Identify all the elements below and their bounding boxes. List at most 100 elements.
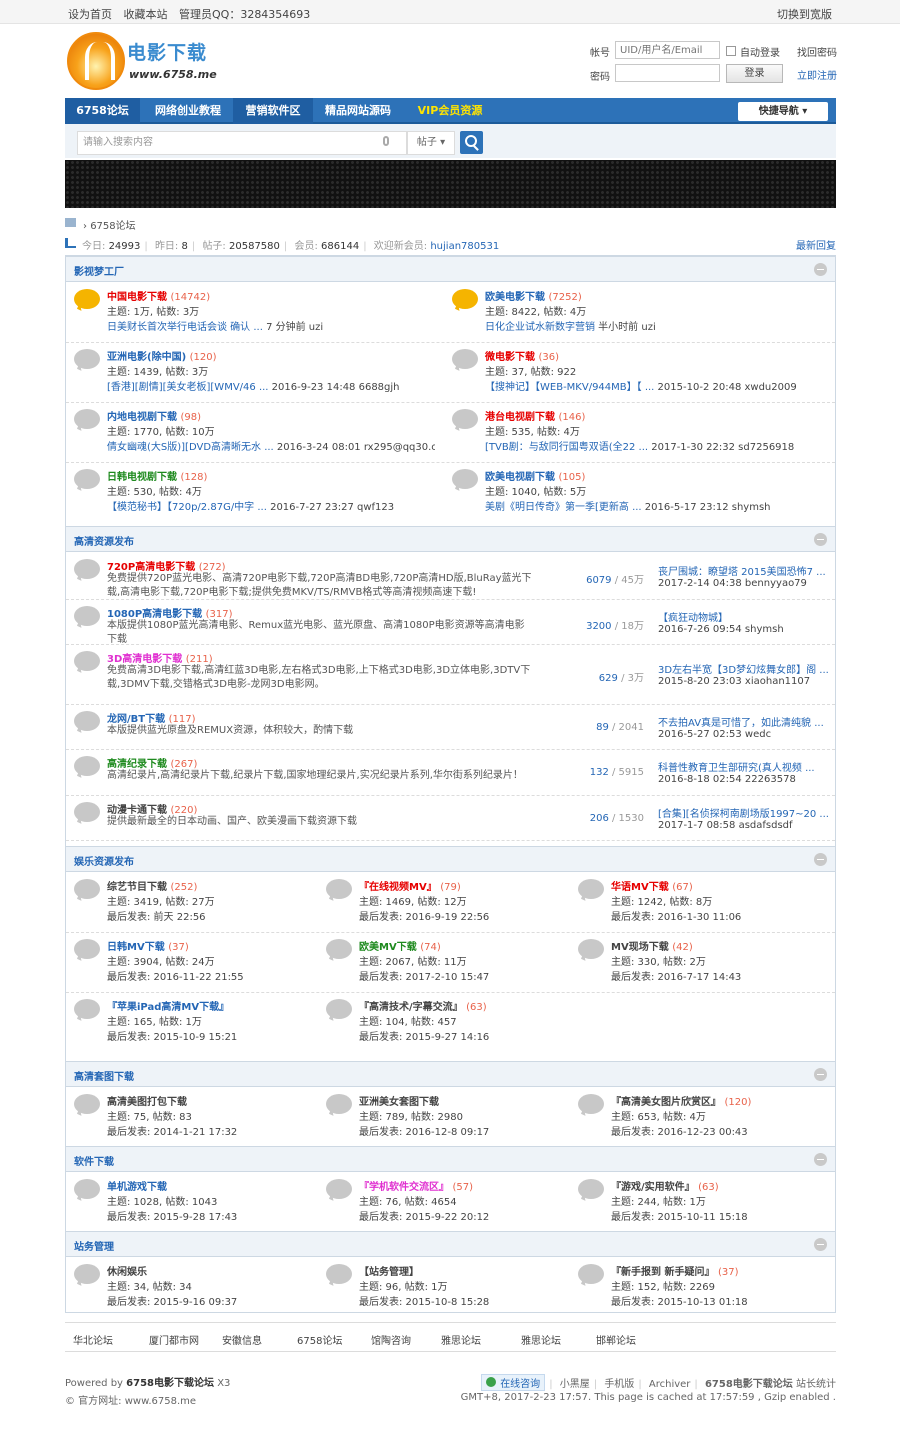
forum-name-text[interactable]: 华语MV下载 bbox=[611, 882, 669, 893]
last-post[interactable]: 日化企业试水新数字营销 半小时前 uzi bbox=[485, 318, 813, 333]
last-post[interactable]: [香港][剧情][美女老板][WMV/46 ... 2016-9-23 14:4… bbox=[107, 378, 435, 393]
forum-name[interactable]: 『新手报到 新手疑问』 (37) bbox=[611, 1263, 739, 1278]
account-input[interactable] bbox=[615, 41, 720, 59]
forum-name-text[interactable]: 『学机软件交流区』 bbox=[359, 1182, 449, 1193]
forum-name-text[interactable]: 微电影下载 bbox=[485, 352, 535, 363]
category-title[interactable]: 影视梦工厂 bbox=[74, 263, 124, 278]
last-post-link[interactable]: [合集][名侦探柯南剧场版1997~20 ... bbox=[658, 805, 828, 820]
forum-name[interactable]: 高清美图打包下载 bbox=[107, 1093, 187, 1108]
forum-name[interactable]: 1080P高清电影下载 (317) bbox=[107, 605, 233, 620]
switch-wide-link[interactable]: 切换到宽版 bbox=[777, 6, 832, 22]
search-button[interactable] bbox=[460, 131, 483, 154]
collapse-icon[interactable] bbox=[814, 1068, 827, 1081]
breadcrumb-current[interactable]: › 6758论坛 bbox=[83, 217, 136, 232]
collapse-icon[interactable] bbox=[814, 263, 827, 276]
friend-link[interactable]: 雅思论坛 bbox=[521, 1332, 561, 1347]
site-logo[interactable]: 电影下载 www.6758.me bbox=[67, 32, 217, 90]
forum-name[interactable]: 『苹果iPad高清MV下载』 bbox=[107, 998, 229, 1013]
friend-link[interactable]: 雅思论坛 bbox=[441, 1332, 481, 1347]
friend-link[interactable]: 馆陶咨询 bbox=[371, 1332, 411, 1347]
new-member-link[interactable]: hujian780531 bbox=[430, 241, 499, 252]
last-post[interactable]: 倩女幽魂(大S版)][DVD高清晰无水 ... 2016-3-24 08:01 … bbox=[107, 438, 435, 453]
friend-link[interactable]: 华北论坛 bbox=[73, 1332, 113, 1347]
friend-link[interactable]: 厦门都市网 bbox=[149, 1332, 199, 1347]
nav-item-tutorials[interactable]: 网络创业教程 bbox=[143, 98, 233, 124]
last-post-link[interactable]: [香港][剧情][美女老板][WMV/46 ... bbox=[107, 382, 268, 393]
last-post[interactable]: 【模范秘书】【720p/2.87G/中字 ... 2016-7-27 23:27… bbox=[107, 498, 435, 513]
site-url[interactable]: © 官方网址: www.6758.me bbox=[65, 1392, 196, 1407]
last-post[interactable]: 【搜神记】【WEB-MKV/944MB】【 ... 2015-10-2 20:4… bbox=[485, 378, 813, 393]
latest-reply-link[interactable]: 最新回复 bbox=[796, 237, 836, 252]
forum-name[interactable]: 3D高清电影下载 (211) bbox=[107, 650, 213, 665]
home-icon[interactable] bbox=[65, 218, 76, 227]
collapse-icon[interactable] bbox=[814, 853, 827, 866]
forum-name[interactable]: 龙网/BT下载 (117) bbox=[107, 710, 195, 725]
last-post-link[interactable]: 美剧《明日传奇》第一季[更新高 ... bbox=[485, 502, 642, 513]
forum-name[interactable]: 港台电视剧下载 (146) bbox=[485, 408, 585, 423]
forum-name[interactable]: 亚洲美女套图下载 bbox=[359, 1093, 439, 1108]
forum-name[interactable]: 华语MV下载 (67) bbox=[611, 878, 693, 893]
forum-name-text[interactable]: 【站务管理】 bbox=[359, 1267, 419, 1278]
forum-name-text[interactable]: 『游戏/实用软件』 bbox=[611, 1182, 695, 1193]
friend-link[interactable]: 邯郸论坛 bbox=[596, 1332, 636, 1347]
forum-name-text[interactable]: 中国电影下载 bbox=[107, 292, 167, 303]
forum-name-text[interactable]: 『高清美女图片欣赏区』 bbox=[611, 1097, 721, 1108]
forum-name-text[interactable]: 欧美电影下载 bbox=[485, 292, 545, 303]
footer-link-mobile[interactable]: 手机版 bbox=[604, 1379, 634, 1390]
last-post[interactable]: 日美财长首次举行电话会谈 确认 ... 7 分钟前 uzi bbox=[107, 318, 435, 333]
forum-name[interactable]: 欧美电影下载 (7252) bbox=[485, 288, 582, 303]
powered-name-link[interactable]: 6758电影下载论坛 bbox=[126, 1378, 214, 1389]
forum-name[interactable]: 『高清技术/字幕交流』 (63) bbox=[359, 998, 487, 1013]
forum-name-text[interactable]: 港台电视剧下载 bbox=[485, 412, 555, 423]
last-post[interactable]: 美剧《明日传奇》第一季[更新高 ... 2016-5-17 23:12 shym… bbox=[485, 498, 813, 513]
forum-name-text[interactable]: 单机游戏下载 bbox=[107, 1182, 167, 1193]
forum-name[interactable]: 『游戏/实用软件』 (63) bbox=[611, 1178, 719, 1193]
register-link[interactable]: 立即注册 bbox=[797, 67, 837, 82]
last-post[interactable]: [TVB剧：与敌同行国粤双语(全22 ... 2017-1-30 22:32 s… bbox=[485, 438, 813, 453]
last-post-link[interactable]: 科普性教育卫生部研究(真人视频 ... bbox=[658, 759, 828, 774]
forum-name-text[interactable]: 『新手报到 新手疑问』 bbox=[611, 1267, 714, 1278]
nav-item-software[interactable]: 营销软件区 bbox=[233, 98, 313, 124]
set-home-link[interactable]: 设为首页 bbox=[68, 8, 112, 21]
footer-link-blacklist[interactable]: 小黑屋 bbox=[560, 1379, 590, 1390]
login-button[interactable]: 登录 bbox=[726, 64, 783, 83]
last-post-link[interactable]: 不去拍AV真是可惜了，如此清纯貌 ... bbox=[658, 714, 828, 729]
nav-item-vip[interactable]: VIP会员资源 bbox=[405, 98, 495, 124]
forum-name-text[interactable]: 内地电视剧下载 bbox=[107, 412, 177, 423]
forum-name-text[interactable]: 『在线视频MV』 bbox=[359, 882, 437, 893]
forum-name[interactable]: 720P高清电影下载 (272) bbox=[107, 558, 226, 573]
forum-name[interactable]: 日韩电视剧下载 (128) bbox=[107, 468, 207, 483]
last-post-link[interactable]: 3D左右半宽【3D梦幻炫舞女郎】阁 ... bbox=[658, 661, 828, 676]
forum-name[interactable]: 动漫卡通下载 (220) bbox=[107, 801, 197, 816]
forum-name[interactable]: 综艺节目下载 (252) bbox=[107, 878, 197, 893]
last-post-link[interactable]: 【模范秘书】【720p/2.87G/中字 ... bbox=[107, 502, 267, 513]
forum-name[interactable]: 中国电影下载 (14742) bbox=[107, 288, 210, 303]
password-input[interactable] bbox=[615, 64, 720, 82]
last-post-link[interactable]: 日化企业试水新数字营销 bbox=[485, 322, 595, 333]
forum-name-text[interactable]: 高清美图打包下载 bbox=[107, 1097, 187, 1108]
favorite-link[interactable]: 收藏本站 bbox=[124, 8, 168, 21]
friend-link[interactable]: 安徽信息 bbox=[222, 1332, 262, 1347]
find-password-link[interactable]: 找回密码 bbox=[797, 44, 837, 59]
category-title[interactable]: 高清套图下载 bbox=[74, 1068, 134, 1083]
category-title[interactable]: 高清资源发布 bbox=[74, 533, 134, 548]
footer-site-name[interactable]: 6758电影下载论坛 bbox=[705, 1379, 793, 1390]
microphone-icon[interactable] bbox=[383, 136, 389, 146]
collapse-icon[interactable] bbox=[814, 1238, 827, 1251]
forum-name[interactable]: 高清纪录下载 (267) bbox=[107, 755, 197, 770]
forum-name-text[interactable]: 综艺节目下载 bbox=[107, 882, 167, 893]
last-post-link[interactable]: 丧尸围城：瞭望塔 2015美国恐怖7 ... bbox=[658, 563, 828, 578]
search-type-select[interactable]: 帖子 ▾ bbox=[407, 131, 455, 155]
forum-name[interactable]: 亚洲电影(除中国) (120) bbox=[107, 348, 217, 363]
forum-name-text[interactable]: 欧美MV下载 bbox=[359, 942, 417, 953]
category-title[interactable]: 软件下载 bbox=[74, 1153, 114, 1168]
online-consult-button[interactable]: 在线咨询 bbox=[481, 1374, 546, 1391]
forum-name[interactable]: 『高清美女图片欣赏区』 (120) bbox=[611, 1093, 751, 1108]
forum-name-text[interactable]: 欧美电视剧下载 bbox=[485, 472, 555, 483]
friend-link[interactable]: 6758论坛 bbox=[297, 1332, 342, 1347]
forum-name[interactable]: 欧美电视剧下载 (105) bbox=[485, 468, 585, 483]
last-post-link[interactable]: 倩女幽魂(大S版)][DVD高清晰无水 ... bbox=[107, 442, 274, 453]
category-title[interactable]: 站务管理 bbox=[74, 1238, 114, 1253]
last-post-link[interactable]: [TVB剧：与敌同行国粤双语(全22 ... bbox=[485, 442, 648, 453]
footer-link-archiver[interactable]: Archiver bbox=[649, 1379, 691, 1390]
